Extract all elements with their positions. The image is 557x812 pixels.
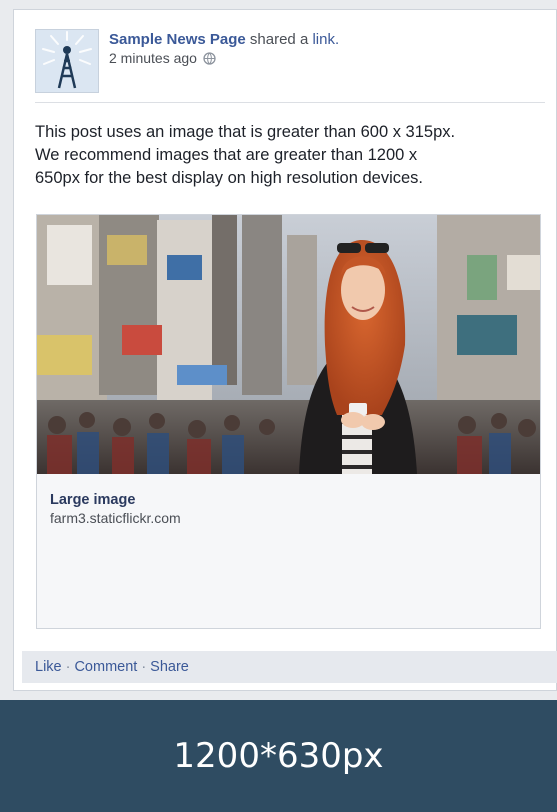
comment-link[interactable]: Comment <box>74 659 137 675</box>
post-body-line: 650px for the best display on high resol… <box>35 169 423 187</box>
size-caption-text: 1200*630px <box>173 736 384 776</box>
action-separator: · <box>141 659 147 675</box>
post-body: This post uses an image that is greater … <box>35 121 547 190</box>
post-body-line: We recommend images that are greater tha… <box>35 146 418 164</box>
link-preview-text: Large image farm3.staticflickr.com <box>50 491 181 527</box>
post-body-line: This post uses an image that is greater … <box>35 123 456 141</box>
page-name-link[interactable]: Sample News Page <box>109 31 246 48</box>
shared-link[interactable]: link. <box>312 31 339 48</box>
preview-image[interactable] <box>37 215 540 474</box>
post-timestamp-row: 2 minutes ago <box>109 49 339 70</box>
share-link[interactable]: Share <box>150 659 189 675</box>
globe-icon[interactable] <box>203 51 216 70</box>
link-title[interactable]: Large image <box>50 491 181 509</box>
link-domain: farm3.staticflickr.com <box>50 510 181 526</box>
radio-tower-icon <box>36 30 98 92</box>
like-link[interactable]: Like <box>35 659 62 675</box>
shared-text: shared a <box>249 31 309 48</box>
action-separator: · <box>65 659 71 675</box>
link-preview-card[interactable]: Large image farm3.staticflickr.com <box>36 214 541 629</box>
size-caption-banner: 1200*630px <box>0 700 557 812</box>
header-divider <box>35 102 545 103</box>
post-actions-bar: Like · Comment · Share <box>22 651 557 683</box>
post-meta: Sample News Page shared a link. 2 minute… <box>109 30 339 70</box>
news-feed-post: Sample News Page shared a link. 2 minute… <box>13 9 557 691</box>
post-timestamp[interactable]: 2 minutes ago <box>109 50 197 66</box>
post-attribution: Sample News Page shared a link. <box>109 30 339 49</box>
post-header: Sample News Page shared a link. 2 minute… <box>35 29 545 109</box>
page-avatar[interactable] <box>35 29 99 93</box>
